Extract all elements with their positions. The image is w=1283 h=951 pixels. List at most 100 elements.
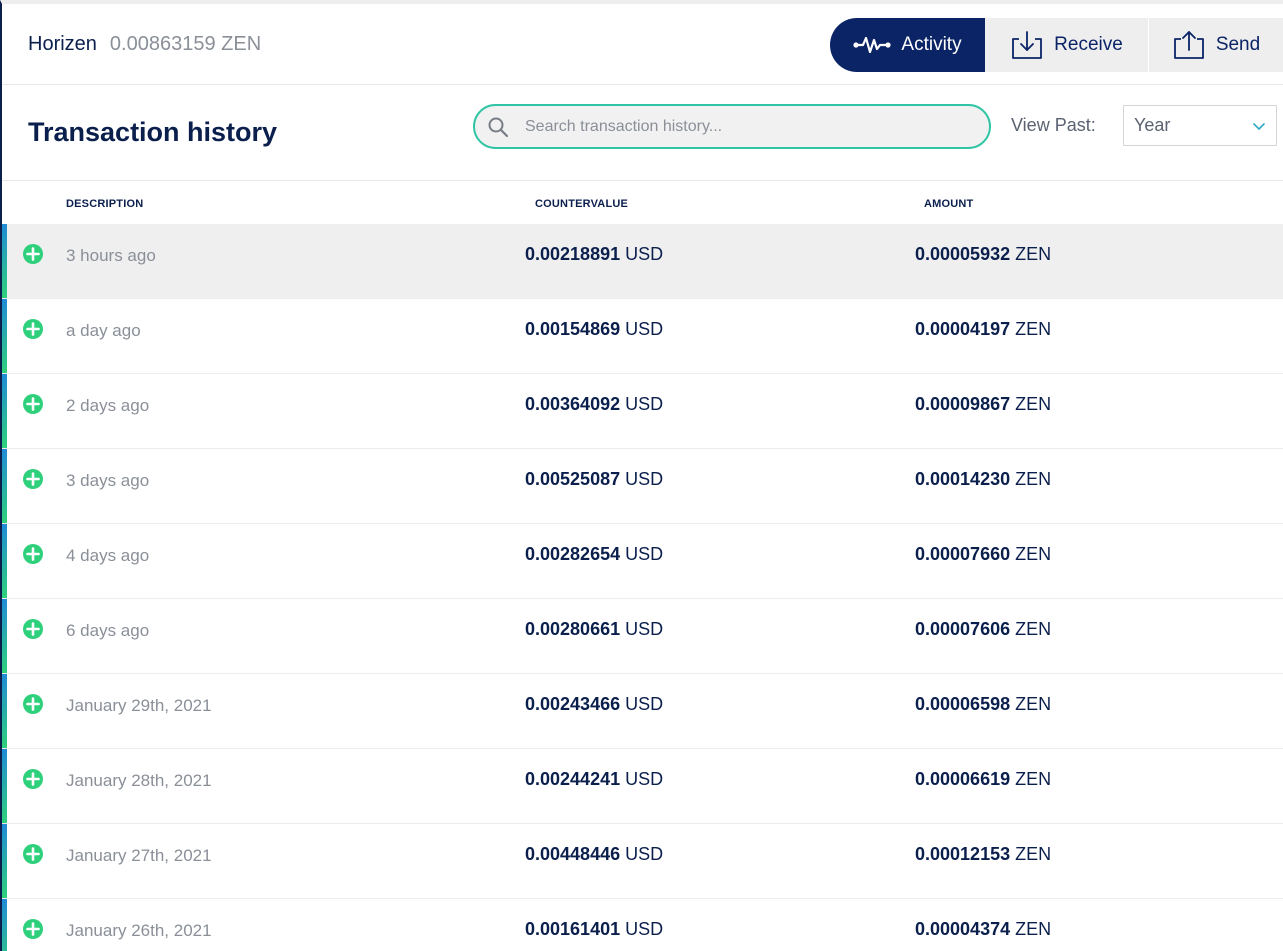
- plus-circle-icon: [23, 919, 43, 939]
- table-header: DESCRIPTION COUNTERVALUE AMOUNT: [2, 181, 1283, 224]
- activity-pulse-icon: [853, 36, 892, 54]
- wallet-header: Horizen 0.00863159 ZEN Activity Receive: [2, 4, 1283, 85]
- view-past-select[interactable]: Year: [1123, 105, 1277, 146]
- amount-unit: ZEN: [1015, 694, 1052, 714]
- row-description: 3 days ago: [66, 471, 150, 490]
- transaction-list: 3 hours ago 0.00218891 USD 0.00005932 ZEN a d…: [2, 224, 1283, 951]
- table-row[interactable]: January 26th, 2021 0.00161401 USD 0.0000437…: [2, 899, 1283, 951]
- column-countervalue: COUNTERVALUE: [535, 198, 629, 210]
- table-row[interactable]: 2 days ago 0.00364092 USD 0.00009867 ZEN: [2, 374, 1283, 449]
- search-box[interactable]: [473, 104, 991, 149]
- row-countervalue: 0.00154869 USD: [525, 319, 663, 340]
- plus-circle-icon: [23, 619, 43, 639]
- row-description: January 28th, 2021: [66, 771, 212, 790]
- countervalue-unit: USD: [625, 244, 664, 264]
- plus-circle-icon: [23, 544, 43, 564]
- amount-unit: ZEN: [1015, 244, 1052, 264]
- countervalue-unit: USD: [625, 469, 664, 489]
- search-icon: [488, 117, 509, 137]
- plus-circle-icon: [23, 319, 43, 339]
- page-title: Transaction history: [28, 117, 278, 147]
- amount-number: 0.00006598: [915, 694, 1011, 714]
- amount-number: 0.00005932: [915, 244, 1011, 264]
- plus-circle-icon: [23, 844, 43, 864]
- table-row[interactable]: 4 days ago 0.00282654 USD 0.00007660 ZEN: [2, 524, 1283, 599]
- plus-circle-icon: [23, 394, 43, 414]
- row-countervalue: 0.00280661 USD: [525, 619, 663, 640]
- chevron-down-icon: [1253, 122, 1265, 130]
- row-description: a day ago: [66, 321, 141, 340]
- countervalue-number: 0.00525087: [525, 469, 621, 489]
- row-amount: 0.00007606 ZEN: [915, 619, 1051, 640]
- amount-unit: ZEN: [1015, 469, 1052, 489]
- row-countervalue: 0.00282654 USD: [525, 544, 663, 565]
- view-past-value: Year: [1134, 115, 1171, 135]
- row-description: 6 days ago: [66, 621, 150, 640]
- activity-label: Activity: [901, 34, 962, 55]
- countervalue-number: 0.00243466: [525, 694, 621, 714]
- table-row[interactable]: January 28th, 2021 0.00244241 USD 0.0000661…: [2, 749, 1283, 824]
- upload-icon: [1173, 31, 1204, 59]
- row-amount: 0.00005932 ZEN: [915, 244, 1051, 265]
- send-button[interactable]: Send: [1149, 18, 1283, 72]
- countervalue-number: 0.00280661: [525, 619, 621, 639]
- amount-unit: ZEN: [1015, 844, 1052, 864]
- row-amount: 0.00014230 ZEN: [915, 469, 1051, 490]
- countervalue-number: 0.00448446: [525, 844, 621, 864]
- countervalue-number: 0.00154869: [525, 319, 621, 339]
- history-toolbar: Transaction history View Past: Year: [2, 85, 1283, 181]
- countervalue-unit: USD: [625, 544, 664, 564]
- row-amount: 0.00007660 ZEN: [915, 544, 1051, 565]
- amount-unit: ZEN: [1015, 394, 1052, 414]
- search-input[interactable]: [525, 117, 955, 136]
- row-amount: 0.00004197 ZEN: [915, 319, 1051, 340]
- amount-number: 0.00004374: [915, 919, 1011, 939]
- table-row[interactable]: 6 days ago 0.00280661 USD 0.00007606 ZEN: [2, 599, 1283, 674]
- countervalue-unit: USD: [625, 919, 664, 939]
- column-description: DESCRIPTION: [66, 198, 144, 210]
- amount-number: 0.00006619: [915, 769, 1011, 789]
- send-label: Send: [1215, 34, 1261, 55]
- table-row[interactable]: January 27th, 2021 0.00448446 USD 0.0001215…: [2, 824, 1283, 899]
- amount-unit: ZEN: [1015, 319, 1052, 339]
- row-amount: 0.00009867 ZEN: [915, 394, 1051, 415]
- amount-unit: ZEN: [1015, 919, 1052, 939]
- table-row[interactable]: January 29th, 2021 0.00243466 USD 0.0000659…: [2, 674, 1283, 749]
- countervalue-number: 0.00161401: [525, 919, 621, 939]
- row-description: January 27th, 2021: [66, 846, 212, 865]
- amount-unit: ZEN: [1015, 544, 1052, 564]
- row-description: 4 days ago: [66, 546, 150, 565]
- table-row[interactable]: 3 hours ago 0.00218891 USD 0.00005932 ZEN: [2, 224, 1283, 299]
- countervalue-unit: USD: [625, 844, 664, 864]
- row-description: 3 hours ago: [66, 246, 156, 265]
- amount-number: 0.00014230: [915, 469, 1011, 489]
- countervalue-unit: USD: [625, 769, 664, 789]
- receive-button[interactable]: Receive: [985, 18, 1149, 72]
- row-countervalue: 0.00243466 USD: [525, 694, 663, 715]
- activity-button[interactable]: Activity: [830, 18, 985, 72]
- row-amount: 0.00004374 ZEN: [915, 919, 1051, 940]
- amount-number: 0.00012153: [915, 844, 1011, 864]
- countervalue-number: 0.00218891: [525, 244, 621, 264]
- amount-number: 0.00007606: [915, 619, 1011, 639]
- amount-number: 0.00009867: [915, 394, 1011, 414]
- row-amount: 0.00006619 ZEN: [915, 769, 1051, 790]
- countervalue-number: 0.00364092: [525, 394, 621, 414]
- wallet-info: Horizen 0.00863159 ZEN: [2, 33, 261, 56]
- row-countervalue: 0.00218891 USD: [525, 244, 663, 265]
- table-row[interactable]: 3 days ago 0.00525087 USD 0.00014230 ZEN: [2, 449, 1283, 524]
- plus-circle-icon: [23, 469, 43, 489]
- row-countervalue: 0.00448446 USD: [525, 844, 663, 865]
- row-description: January 26th, 2021: [66, 921, 212, 940]
- countervalue-unit: USD: [625, 694, 664, 714]
- row-countervalue: 0.00161401 USD: [525, 919, 663, 940]
- column-amount: AMOUNT: [924, 198, 974, 210]
- wallet-balance: 0.00863159 ZEN: [109, 32, 262, 55]
- wallet-app: Horizen 0.00863159 ZEN Activity Receive: [0, 0, 1283, 951]
- plus-circle-icon: [23, 769, 43, 789]
- table-row[interactable]: a day ago 0.00154869 USD 0.00004197 ZEN: [2, 299, 1283, 374]
- countervalue-unit: USD: [625, 394, 664, 414]
- amount-number: 0.00004197: [915, 319, 1011, 339]
- countervalue-number: 0.00244241: [525, 769, 621, 789]
- wallet-name: Horizen: [28, 32, 97, 55]
